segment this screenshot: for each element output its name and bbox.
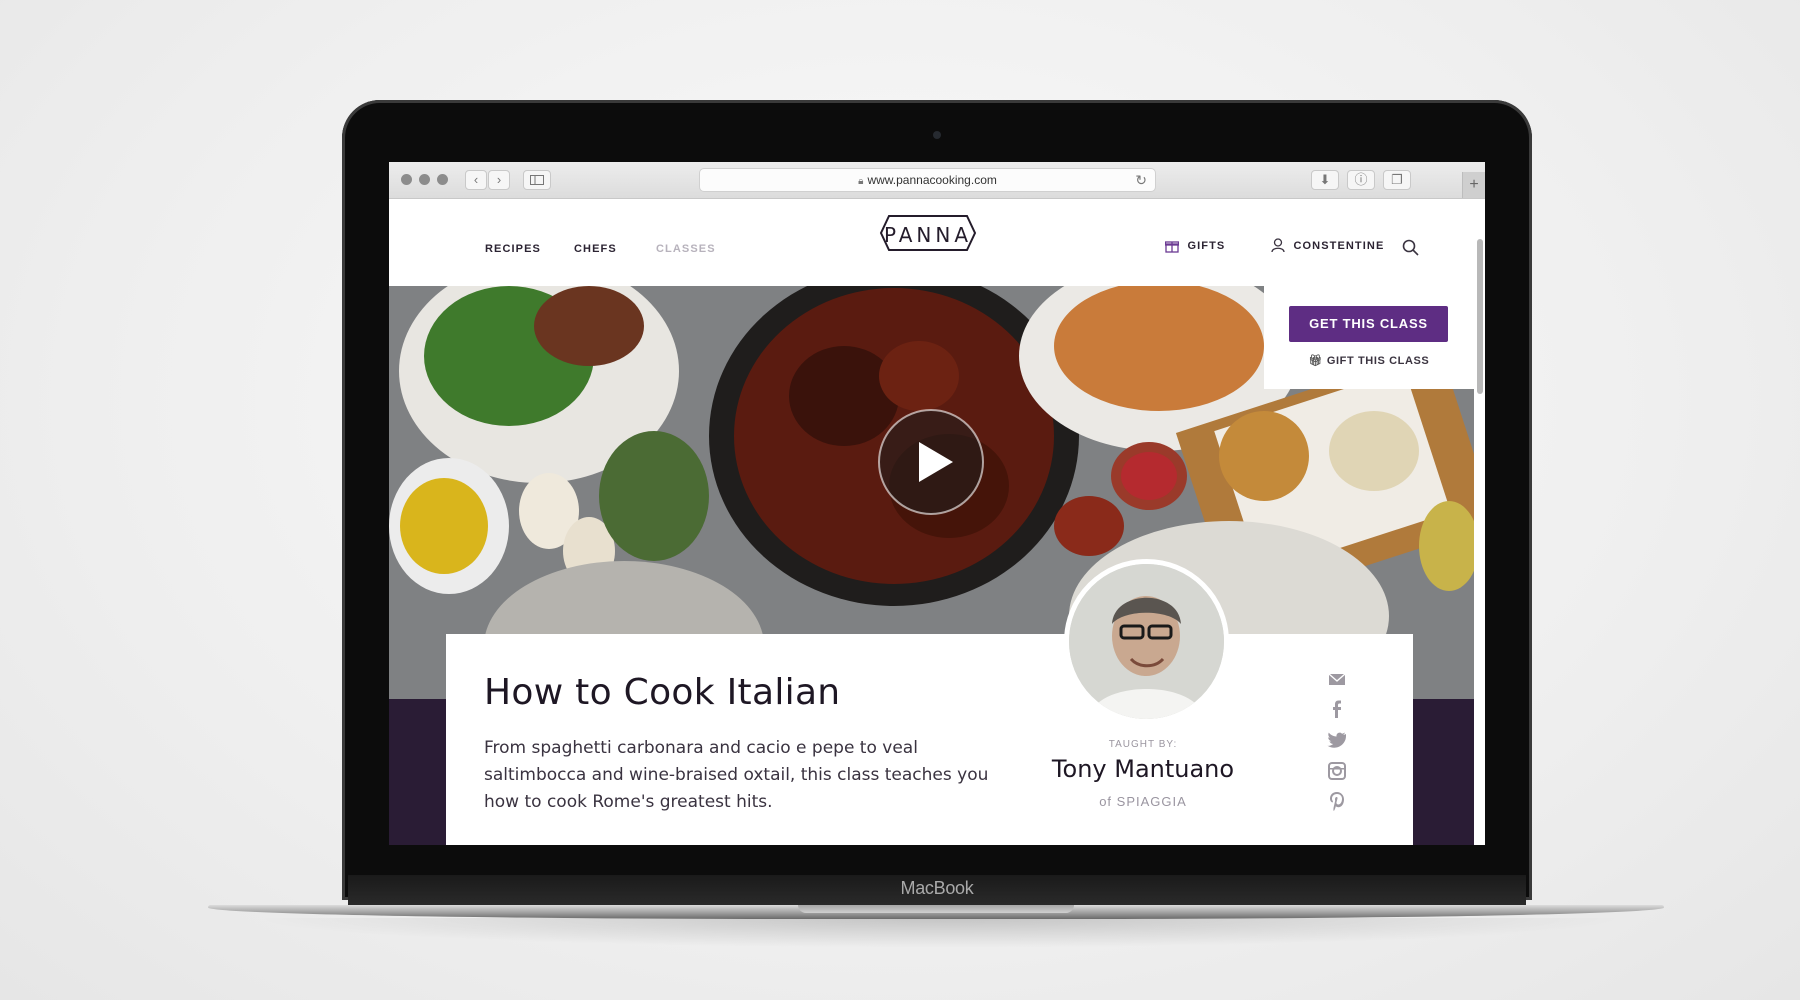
twitter-icon[interactable]	[1326, 729, 1348, 751]
search-icon[interactable]	[1402, 239, 1419, 256]
pinterest-icon[interactable]	[1326, 790, 1348, 812]
laptop-shadow	[250, 918, 1630, 948]
url-text: www.pannacooking.com	[867, 173, 997, 187]
get-this-class-button[interactable]: GET THIS CLASS	[1289, 306, 1448, 342]
class-title: How to Cook Italian	[484, 672, 841, 713]
chevron-left-icon: ‹	[473, 172, 479, 187]
user-name: CONSTENTINE	[1293, 239, 1385, 252]
gifts-label: GIFTS	[1187, 239, 1226, 252]
back-button[interactable]: ‹	[465, 170, 487, 190]
chef-avatar[interactable]	[1064, 559, 1229, 724]
dark-band-right	[1413, 699, 1474, 845]
info-button[interactable]: ⓘ	[1347, 170, 1375, 190]
laptop-brand-label: MacBook	[900, 878, 974, 898]
logo-wordmark: PANNA	[883, 223, 973, 247]
scrollbar[interactable]	[1477, 239, 1483, 394]
window-zoom-button[interactable]	[437, 174, 448, 185]
downloads-button[interactable]: ⬇	[1311, 170, 1339, 190]
class-purchase-panel: GET THIS CLASS 🎁︎ GIFT THIS CLASS	[1264, 286, 1474, 389]
download-icon: ⬇	[1319, 172, 1331, 187]
window-close-button[interactable]	[401, 174, 412, 185]
gift-this-class-link[interactable]: 🎁︎ GIFT THIS CLASS	[1264, 354, 1474, 367]
web-page: RECIPES CHEFS CLASSES PANNA GIFTS CONSTE…	[389, 199, 1485, 845]
gifts-link[interactable]: GIFTS	[1164, 237, 1226, 257]
tabs-overview-button[interactable]: ❐	[1383, 170, 1411, 190]
laptop-base-notch	[798, 905, 1074, 913]
new-tab-button[interactable]: +	[1462, 172, 1485, 198]
forward-button[interactable]: ›	[488, 170, 510, 190]
chef-restaurant[interactable]: of SPIAGGIA	[1018, 794, 1268, 809]
facebook-icon[interactable]	[1326, 698, 1348, 720]
nav-recipes[interactable]: RECIPES	[485, 243, 541, 255]
tabs-icon: ❐	[1391, 172, 1403, 187]
nav-chefs[interactable]: CHEFS	[574, 243, 617, 255]
info-icon: ⓘ	[1354, 172, 1368, 187]
screen: ‹ › 🔒︎ www.pannacooking.com ↻ ⬇ ⓘ ❐ + REC…	[389, 162, 1485, 845]
class-info-card: How to Cook Italian From spaghetti carbo…	[446, 559, 1413, 845]
gift-icon	[1164, 241, 1180, 253]
webcam	[933, 131, 941, 139]
lock-icon: 🔒︎	[858, 176, 864, 187]
nav-classes[interactable]: CLASSES	[656, 243, 716, 255]
chef-portrait	[1069, 564, 1224, 719]
chef-name[interactable]: Tony Mantuano	[1018, 755, 1268, 783]
reload-icon[interactable]: ↻	[1135, 169, 1147, 191]
user-icon	[1271, 238, 1285, 253]
play-icon[interactable]	[915, 440, 955, 484]
instagram-icon[interactable]	[1326, 760, 1348, 782]
browser-toolbar: ‹ › 🔒︎ www.pannacooking.com ↻ ⬇ ⓘ ❐ +	[389, 162, 1485, 199]
taught-by-label: TAUGHT BY:	[1108, 739, 1178, 750]
mail-icon[interactable]	[1326, 668, 1348, 690]
sidebar-icon	[530, 175, 544, 185]
account-link[interactable]: CONSTENTINE	[1271, 237, 1384, 257]
gift-icon: 🎁︎	[1308, 355, 1324, 367]
sidebar-toggle-button[interactable]	[523, 170, 551, 190]
window-minimize-button[interactable]	[419, 174, 430, 185]
chevron-right-icon: ›	[496, 172, 502, 187]
class-description: From spaghetti carbonara and cacio e pep…	[484, 738, 989, 812]
dark-band-left	[389, 699, 446, 845]
address-bar[interactable]: 🔒︎ www.pannacooking.com ↻	[699, 168, 1156, 192]
gift-this-class-label: GIFT THIS CLASS	[1326, 355, 1430, 367]
